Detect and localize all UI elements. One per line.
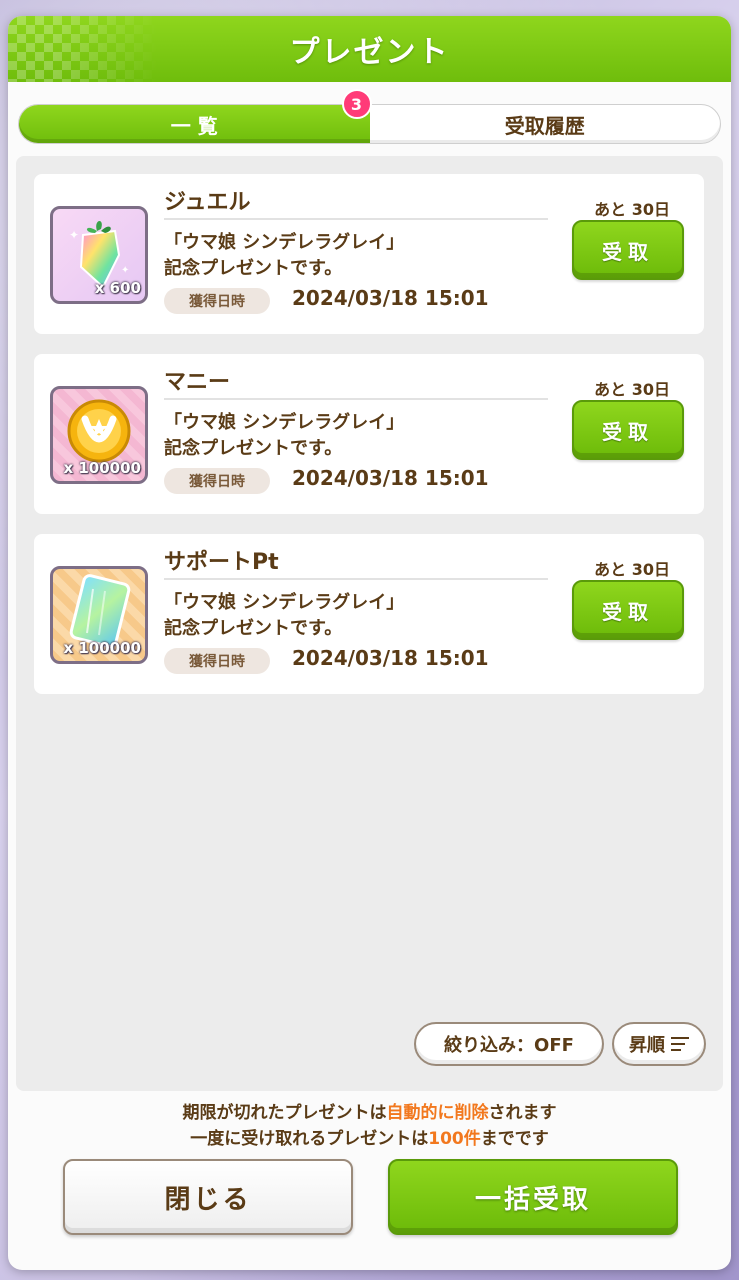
date-label: 獲得日時 bbox=[164, 468, 270, 494]
item-description: 「ウマ娘 シンデレラグレイ」 記念プレゼントです。 bbox=[164, 410, 404, 462]
tab-list[interactable]: 一 覧 3 bbox=[19, 89, 372, 143]
tab-history[interactable]: 受取履歴 bbox=[370, 105, 721, 143]
divider bbox=[164, 398, 548, 400]
coin-icon: x 100000 bbox=[50, 386, 148, 484]
receive-button[interactable]: 受取 bbox=[572, 580, 684, 640]
date-label: 獲得日時 bbox=[164, 648, 270, 674]
limit-notice: 一度に受け取れるプレゼントは100件までです bbox=[8, 1124, 731, 1149]
svg-text:✦: ✦ bbox=[69, 228, 79, 242]
item-name: サポートPt bbox=[164, 550, 279, 575]
receive-button[interactable]: 受取 bbox=[572, 400, 684, 460]
filter-label: 絞り込み：OFF bbox=[444, 1035, 574, 1056]
tab-bar: 一 覧 3 受取履歴 bbox=[18, 89, 721, 144]
item-quantity: x 100000 bbox=[63, 459, 141, 477]
notice-text: されます bbox=[488, 1103, 557, 1123]
list-item: ✦ ✦ x 600 ジュエル 「ウマ娘 シンデレラグレイ」 記念プレゼントです。… bbox=[34, 174, 704, 334]
description-line: 記念プレゼントです。 bbox=[164, 258, 343, 279]
divider bbox=[164, 218, 548, 220]
remaining-days: あと 30日 bbox=[594, 560, 670, 579]
present-list[interactable]: ✦ ✦ x 600 ジュエル 「ウマ娘 シンデレラグレイ」 記念プレゼントです。… bbox=[16, 156, 723, 1091]
svg-text:✦: ✦ bbox=[121, 265, 129, 276]
close-button[interactable]: 閉じる bbox=[63, 1159, 353, 1235]
sort-order-button[interactable]: 昇順 bbox=[612, 1022, 706, 1066]
description-line: 「ウマ娘 シンデレラグレイ」 bbox=[164, 412, 405, 433]
item-name: マニー bbox=[164, 370, 231, 395]
divider bbox=[164, 578, 548, 580]
description-line: 記念プレゼントです。 bbox=[164, 438, 343, 459]
notice-highlight: 100件 bbox=[428, 1129, 481, 1149]
notice-text: 一度に受け取れるプレゼントは bbox=[190, 1129, 429, 1149]
notice-text: までです bbox=[480, 1129, 549, 1149]
item-quantity: x 600 bbox=[94, 279, 141, 297]
list-item: x 100000 サポートPt 「ウマ娘 シンデレラグレイ」 記念プレゼントです… bbox=[34, 534, 704, 694]
list-item: x 100000 マニー 「ウマ娘 シンデレラグレイ」 記念プレゼントです。 獲… bbox=[34, 354, 704, 514]
item-description: 「ウマ娘 シンデレラグレイ」 記念プレゼントです。 bbox=[164, 230, 404, 282]
support-pt-icon: x 100000 bbox=[50, 566, 148, 664]
item-name: ジュエル bbox=[164, 190, 251, 215]
date-value: 2024/03/18 15:01 bbox=[292, 286, 489, 310]
date-label: 獲得日時 bbox=[164, 288, 270, 314]
tab-history-label: 受取履歴 bbox=[504, 113, 585, 138]
jewel-icon: ✦ ✦ x 600 bbox=[50, 206, 148, 304]
receive-all-button[interactable]: 一括受取 bbox=[388, 1159, 678, 1235]
notice-text: 期限が切れたプレゼントは bbox=[182, 1103, 387, 1123]
remaining-days: あと 30日 bbox=[594, 200, 670, 219]
date-value: 2024/03/18 15:01 bbox=[292, 466, 489, 490]
item-description: 「ウマ娘 シンデレラグレイ」 記念プレゼントです。 bbox=[164, 590, 404, 642]
date-value: 2024/03/18 15:01 bbox=[292, 646, 489, 670]
remaining-days: あと 30日 bbox=[594, 380, 670, 399]
description-line: 「ウマ娘 シンデレラグレイ」 bbox=[164, 232, 405, 253]
filter-button[interactable]: 絞り込み：OFF bbox=[414, 1022, 604, 1066]
description-line: 記念プレゼントです。 bbox=[164, 618, 343, 639]
dialog-title: プレゼント bbox=[289, 35, 450, 70]
item-quantity: x 100000 bbox=[63, 639, 141, 657]
tab-list-label: 一 覧 bbox=[170, 113, 218, 138]
description-line: 「ウマ娘 シンデレラグレイ」 bbox=[164, 592, 405, 613]
unread-count-badge: 3 bbox=[341, 89, 372, 119]
dialog-header: プレゼント bbox=[8, 16, 731, 82]
notice-highlight: 自動的に削除 bbox=[386, 1103, 489, 1123]
expiry-notice: 期限が切れたプレゼントは自動的に削除されます bbox=[8, 1098, 731, 1123]
present-dialog: プレゼント 一 覧 3 受取履歴 ✦ ✦ x 600 ジュエル 「ウマ娘 シンデ… bbox=[8, 16, 731, 1270]
sort-icon bbox=[671, 1037, 689, 1051]
receive-button[interactable]: 受取 bbox=[572, 220, 684, 280]
sort-label: 昇順 bbox=[629, 1035, 665, 1056]
